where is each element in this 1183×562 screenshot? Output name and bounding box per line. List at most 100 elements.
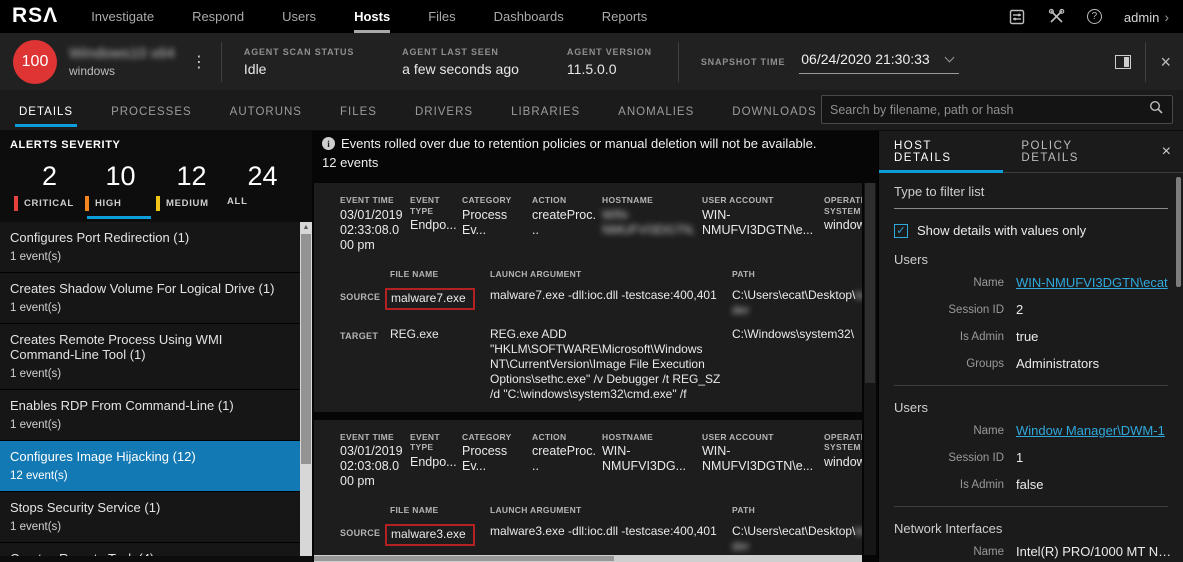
tab-host-details[interactable]: HOST DETAILS bbox=[878, 131, 1004, 173]
host-name-redacted: Windows10 x64 bbox=[69, 45, 175, 62]
kebab-menu-icon[interactable]: ⋮ bbox=[175, 52, 221, 72]
nav-hosts[interactable]: Hosts bbox=[335, 0, 409, 33]
col-operating-system: OPERATING SYSTEM bbox=[824, 195, 862, 216]
close-icon[interactable]: × bbox=[1160, 53, 1171, 71]
col-path: PATH bbox=[732, 268, 756, 279]
col-user-account: USER ACCOUNT bbox=[702, 431, 774, 442]
severity-count: 2 bbox=[41, 161, 58, 191]
event-user-account: WIN-NMUFVI3DGTN\e... bbox=[702, 444, 814, 474]
alert-title: Stops Security Service (1) bbox=[10, 500, 161, 515]
alert-item[interactable]: Enables RDP From Command-Line (1) 1 even… bbox=[0, 390, 300, 441]
events-scrollbar[interactable] bbox=[864, 183, 876, 555]
field-label: AGENT SCAN STATUS bbox=[243, 46, 355, 57]
tab-processes[interactable]: PROCESSES bbox=[111, 94, 192, 127]
detail-row: Groups Administrators bbox=[966, 356, 1100, 371]
critical-color-bar bbox=[14, 196, 18, 211]
alert-item-selected[interactable]: Configures Image Hijacking (12) 12 event… bbox=[0, 441, 300, 492]
search-icon[interactable] bbox=[1149, 100, 1163, 119]
source-launch-argument: malware3.exe -dll:ioc.dll -testcase:400,… bbox=[490, 524, 717, 539]
nav-files[interactable]: Files bbox=[409, 0, 474, 33]
events-panel: i Events rolled over due to retention po… bbox=[312, 131, 878, 562]
alert-title: Creates Shadow Volume For Logical Drive … bbox=[10, 281, 275, 296]
source-row-label: SOURCE bbox=[340, 528, 381, 539]
alert-title: Configures Port Redirection (1) bbox=[10, 230, 190, 245]
alert-list: Configures Port Redirection (1) 1 event(… bbox=[0, 222, 300, 556]
alert-event-count: 1 event(s) bbox=[10, 368, 62, 380]
col-user-account: USER ACCOUNT bbox=[702, 195, 774, 205]
divider bbox=[894, 385, 1168, 386]
alert-item[interactable]: Creates Remote Task (4) 4 event(s) bbox=[0, 543, 300, 556]
scroll-up-icon[interactable]: ▲ bbox=[300, 222, 312, 231]
tab-details[interactable]: DETAILS bbox=[14, 94, 78, 127]
scrollbar-thumb[interactable] bbox=[301, 234, 311, 464]
details-scrollbar[interactable] bbox=[1176, 177, 1181, 287]
alert-title: Creates Remote Process Using WMI Command… bbox=[10, 332, 223, 362]
chevron-down-icon bbox=[944, 52, 955, 63]
events-horizontal-scrollbar[interactable] bbox=[314, 555, 862, 562]
scrollbar-thumb[interactable] bbox=[865, 183, 875, 383]
event-detail-table: FILE NAME LAUNCH ARGUMENT PATH SOURCE ma… bbox=[340, 269, 862, 402]
scrollbar-thumb[interactable] bbox=[314, 556, 614, 561]
alert-item[interactable]: Stops Security Service (1) 1 event(s) bbox=[0, 492, 300, 543]
retention-notice-text: Events rolled over due to retention poli… bbox=[341, 136, 817, 151]
snapshot-time-select[interactable]: 06/24/2020 21:30:33 bbox=[799, 49, 959, 74]
events-count: 12 events bbox=[322, 155, 379, 170]
panel-toggle-icon[interactable] bbox=[1115, 54, 1132, 69]
col-path: PATH bbox=[732, 505, 756, 516]
filter-box bbox=[894, 183, 1168, 209]
severity-label: CRITICAL bbox=[14, 196, 74, 211]
tab-drivers[interactable]: DRIVERS bbox=[415, 94, 473, 127]
col-category: CATEGORY bbox=[462, 431, 512, 442]
tab-files[interactable]: FILES bbox=[340, 94, 377, 127]
event-category: Process Ev... bbox=[462, 207, 508, 237]
nav-users[interactable]: Users bbox=[263, 0, 335, 33]
nav-investigate[interactable]: Investigate bbox=[72, 0, 173, 33]
section-title-users: Users bbox=[894, 252, 928, 267]
search-input[interactable] bbox=[822, 102, 1149, 117]
filter-input[interactable] bbox=[894, 184, 1168, 199]
checkbox-label: Show details with values only bbox=[917, 223, 1087, 238]
event-summary-row: EVENT TIME 03/01/2019 02:33:08.000 pm EVE… bbox=[340, 195, 862, 253]
close-icon[interactable]: × bbox=[1162, 143, 1183, 161]
severity-critical[interactable]: 2 CRITICAL bbox=[14, 161, 85, 219]
nav-reports[interactable]: Reports bbox=[583, 0, 667, 33]
field-value: a few seconds ago bbox=[402, 60, 519, 77]
section-title-network-interfaces: Network Interfaces bbox=[894, 521, 1003, 536]
tab-downloads[interactable]: DOWNLOADS bbox=[732, 94, 816, 127]
source-launch-argument: malware7.exe -dll:ioc.dll -testcase:400,… bbox=[490, 287, 717, 302]
alert-item[interactable]: Configures Port Redirection (1) 1 event(… bbox=[0, 222, 300, 273]
source-file-name: malware3.exe bbox=[391, 527, 466, 542]
tab-libraries[interactable]: LIBRARIES bbox=[511, 94, 580, 127]
nav-respond[interactable]: Respond bbox=[173, 0, 263, 33]
tools-icon[interactable] bbox=[1048, 8, 1065, 25]
col-event-type: EVENT TYPE bbox=[410, 195, 440, 216]
tab-autoruns[interactable]: AUTORUNS bbox=[230, 94, 302, 127]
event-hostname: WIN-NMUFVI3DG... bbox=[602, 444, 687, 474]
show-values-only-checkbox[interactable]: ✓ Show details with values only bbox=[894, 223, 1168, 238]
col-category: CATEGORY bbox=[462, 195, 512, 205]
tab-anomalies[interactable]: ANOMALIES bbox=[618, 94, 694, 127]
divider bbox=[894, 506, 1168, 507]
rsa-logo[interactable]: RSΛ bbox=[0, 4, 72, 30]
alert-item[interactable]: Creates Shadow Volume For Logical Drive … bbox=[0, 273, 300, 324]
risk-score-badge[interactable]: 100 bbox=[13, 39, 57, 84]
help-icon[interactable]: ? bbox=[1086, 9, 1102, 24]
event-card[interactable]: EVENT TIME 03/01/2019 02:33:08.000 pm EVE… bbox=[314, 183, 862, 412]
user-name-link[interactable]: WIN-NMUFVI3DGTN\ecat bbox=[1016, 275, 1175, 290]
alert-list-scrollbar[interactable]: ▲ bbox=[300, 222, 312, 556]
severity-high[interactable]: 10 HIGH bbox=[85, 161, 156, 219]
checkbox-checked-icon[interactable]: ✓ bbox=[894, 223, 908, 238]
event-card[interactable]: EVENT TIME 03/01/2019 02:03:08.000 pm EVE… bbox=[314, 419, 862, 555]
severity-medium[interactable]: 12 MEDIUM bbox=[156, 161, 227, 219]
tab-policy-details[interactable]: POLICY DETAILS bbox=[1021, 131, 1131, 172]
user-name-link[interactable]: Window Manager\DWM-1 bbox=[1016, 423, 1175, 438]
details-tab-bar: HOST DETAILS POLICY DETAILS × bbox=[878, 131, 1183, 173]
detail-row: Session ID 1 bbox=[948, 450, 1024, 465]
nav-dashboards[interactable]: Dashboards bbox=[475, 0, 583, 33]
preferences-icon[interactable] bbox=[1009, 8, 1026, 25]
detail-row: Name Intel(R) PRO/1000 MT Networ... bbox=[973, 544, 1175, 559]
user-menu[interactable]: admin › bbox=[1124, 9, 1169, 25]
alert-item[interactable]: Creates Remote Process Using WMI Command… bbox=[0, 324, 300, 390]
severity-all[interactable]: 24 ALL bbox=[227, 161, 298, 219]
alerts-severity-title: ALERTS SEVERITY bbox=[10, 139, 121, 151]
